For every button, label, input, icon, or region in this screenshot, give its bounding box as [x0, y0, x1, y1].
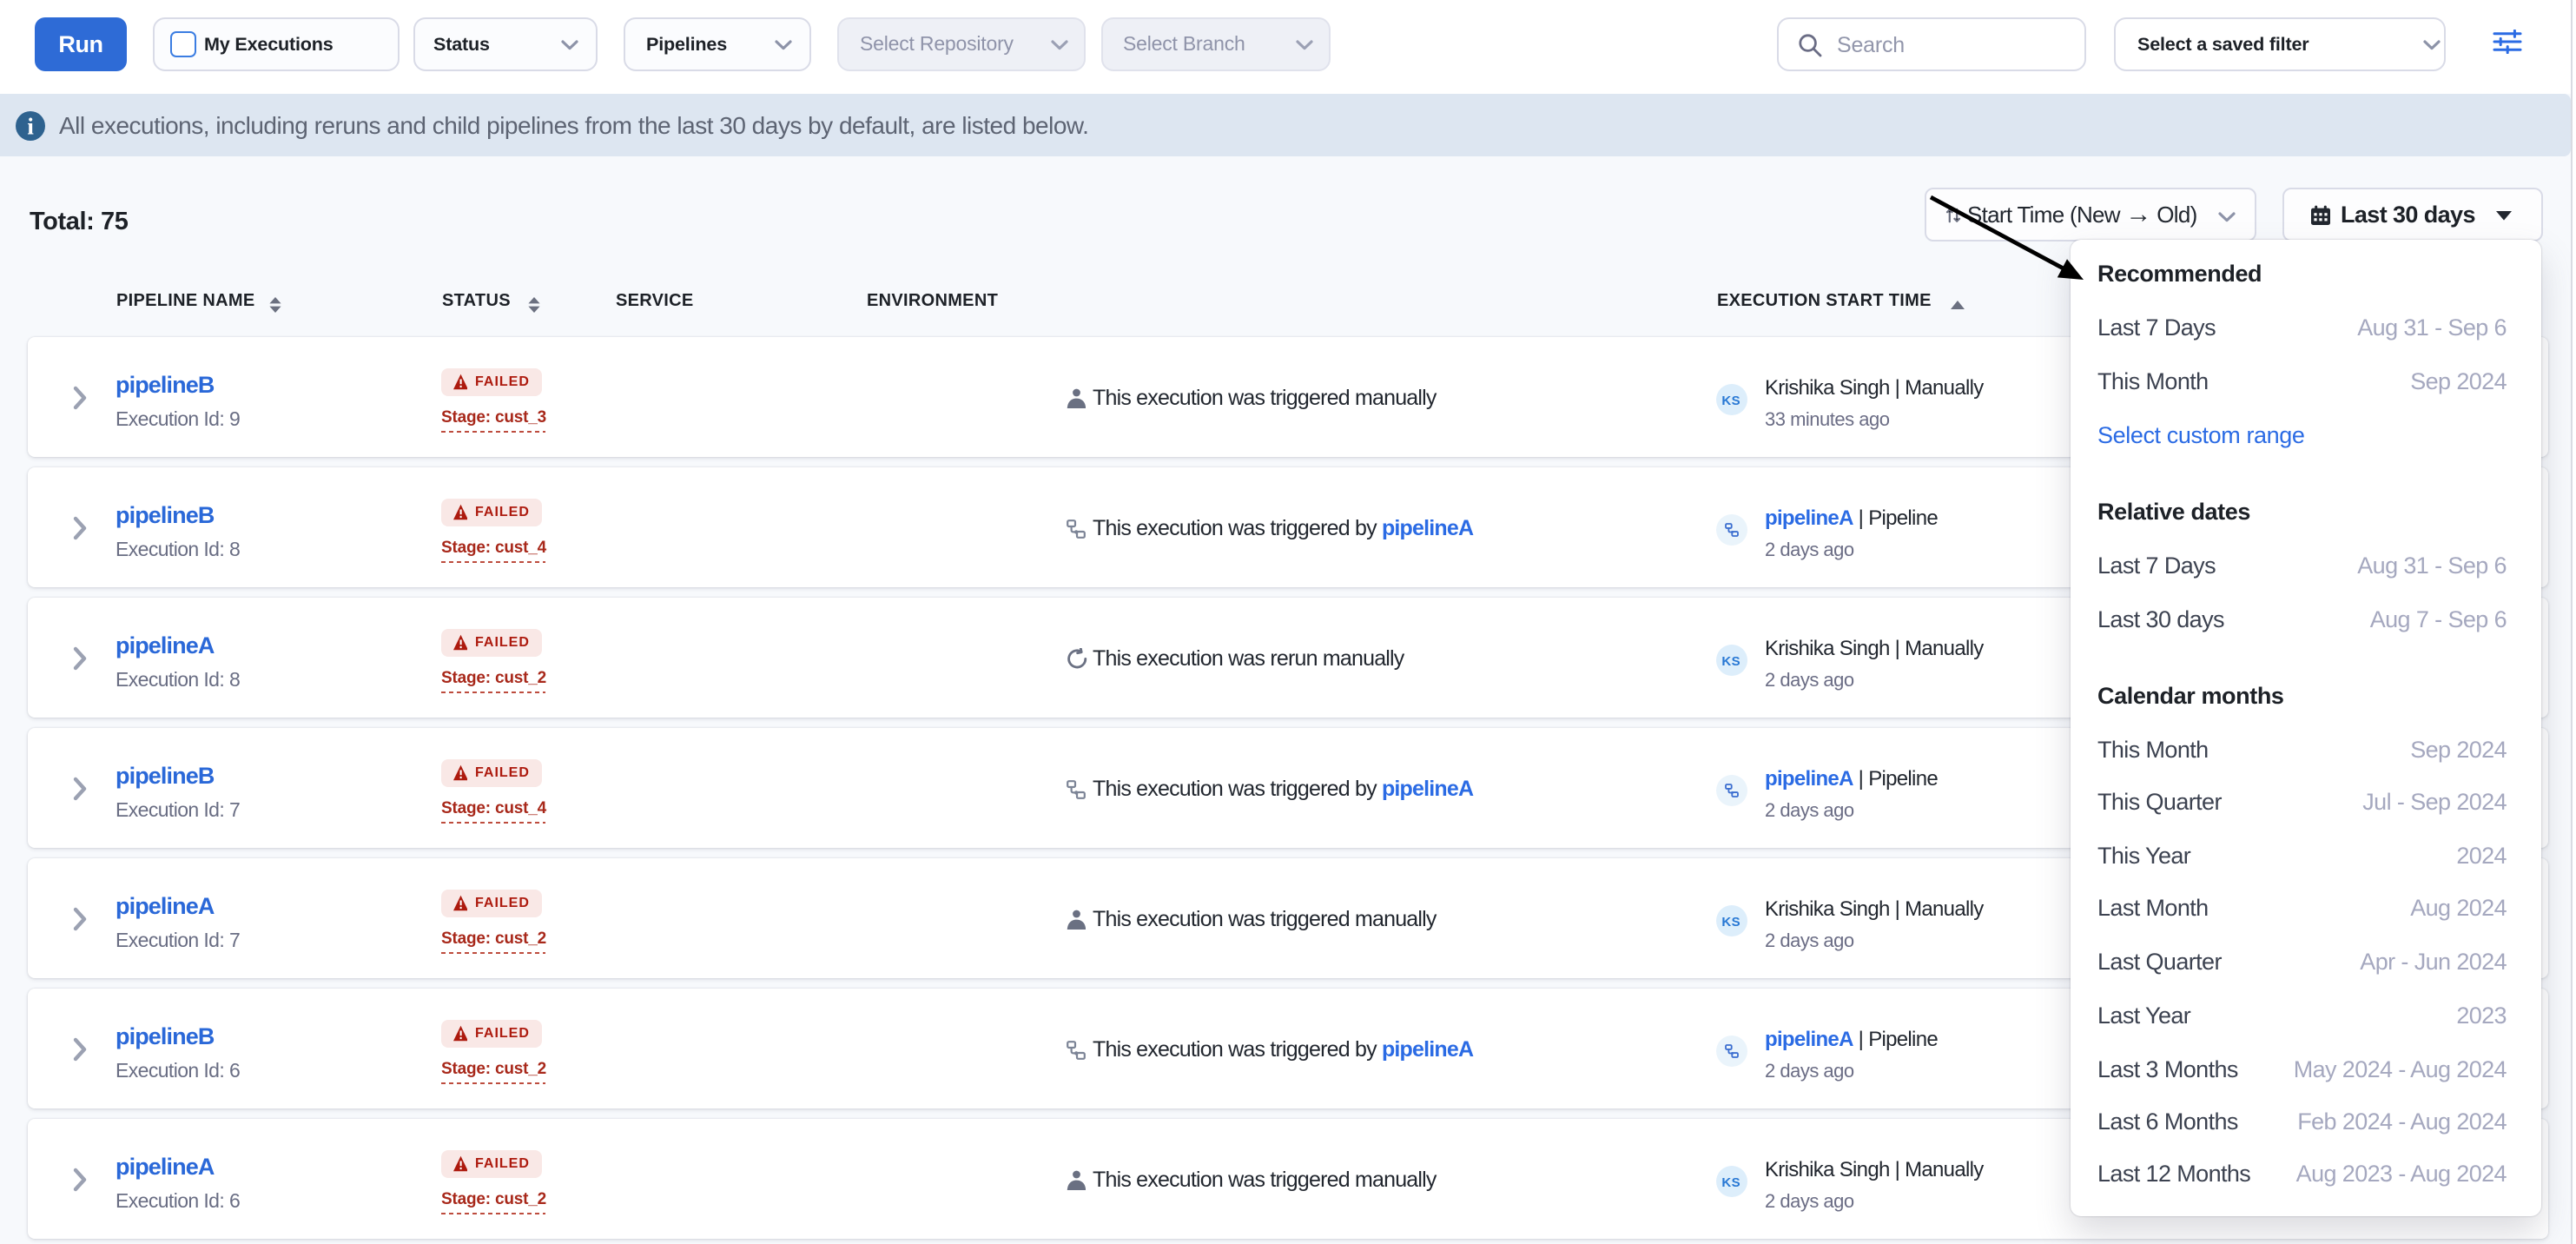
svg-text:i: i	[26, 112, 33, 138]
